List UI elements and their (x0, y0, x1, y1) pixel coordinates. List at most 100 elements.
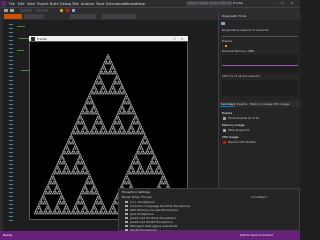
fractal-triangle (92, 103, 96, 107)
fractal-triangle (112, 71, 116, 75)
menu-test[interactable]: Test (72, 2, 79, 6)
fractal-triangle (84, 206, 88, 210)
fractal-triangle (91, 126, 95, 130)
fractal-triangle (94, 128, 98, 132)
exception-checkbox[interactable] (125, 212, 128, 215)
fractal-triangle (68, 151, 72, 155)
restart-icon[interactable] (72, 9, 75, 12)
select-tools-icon[interactable] (221, 22, 225, 25)
fractal-triangle (71, 168, 75, 172)
fractal-triangle (103, 91, 107, 95)
tab-memory-usage[interactable]: Memory Usage (250, 102, 273, 106)
tab-events[interactable]: Events (237, 102, 247, 106)
menu-window[interactable]: Window (124, 2, 137, 6)
fractal-triangle (70, 151, 74, 155)
fractal-triangle (112, 121, 116, 125)
maximize-button[interactable]: ☐ (281, 1, 284, 5)
menu-help[interactable]: Help (137, 2, 145, 6)
fractal-triangle (116, 131, 120, 135)
search-placeholder: Search Visual Studio (Ctrl+Q) (188, 1, 233, 5)
fractal-triangle (44, 188, 48, 192)
fractal-triangle (88, 93, 91, 97)
fractal-triangle (59, 211, 63, 215)
exception-checkbox[interactable] (125, 208, 128, 211)
record-cpu-button[interactable]: Record CPU Profile (228, 141, 256, 144)
fractal-triangle (57, 198, 61, 202)
menu-view[interactable]: View (27, 2, 35, 6)
fractal-triangle (59, 161, 63, 165)
menu-build[interactable]: Build (50, 2, 59, 6)
stop-icon[interactable] (66, 9, 69, 12)
fractal-triangle (77, 156, 81, 160)
search-box[interactable]: Search Visual Studio (Ctrl+Q) (186, 1, 233, 6)
menu-edit[interactable]: Edit (18, 2, 25, 6)
fractal-triangle (81, 208, 85, 212)
fractal-triangle (64, 203, 68, 207)
tab-file-4[interactable] (102, 14, 136, 19)
platform-dropdown[interactable] (36, 9, 48, 12)
fractal-triangle (107, 211, 111, 215)
fractal-triangle (85, 98, 89, 102)
forward-icon[interactable] (10, 9, 14, 12)
source-control-button[interactable]: Add to Source Control (240, 234, 273, 237)
fractal-triangle (97, 73, 101, 77)
fractal-triangle (86, 101, 90, 105)
exception-checkbox[interactable] (125, 224, 128, 227)
fractal-triangle (85, 178, 89, 182)
menu-extensions[interactable]: Extensions (106, 2, 124, 6)
fractal-triangle (146, 146, 150, 150)
fractal-triangle (104, 58, 108, 62)
fractal-triangle (122, 98, 126, 102)
fractal-triangle (121, 91, 125, 95)
fractal-triangle (152, 153, 156, 157)
fractal-triangle (56, 171, 60, 175)
show-events-link[interactable]: Show Events (0 of 0) (228, 117, 259, 120)
menu-file[interactable]: File (9, 2, 15, 6)
fractal-triangle (75, 206, 79, 210)
back-icon[interactable] (4, 9, 8, 12)
fractal-triangle (133, 161, 137, 165)
fractal-triangle (96, 196, 100, 200)
fractal-triangle (112, 86, 116, 90)
fractal-triangle (100, 86, 104, 90)
menu-project[interactable]: Project (37, 2, 49, 6)
fractal-triangle (100, 121, 104, 125)
show-events-icon (223, 117, 226, 120)
menu-debug[interactable]: Debug (60, 2, 71, 6)
menu-analyze[interactable]: Analyze (81, 2, 94, 6)
fractal-triangle (158, 166, 162, 170)
fractal-triangle (114, 81, 118, 85)
exception-checkbox[interactable] (125, 220, 128, 223)
fractal-triangle (74, 163, 78, 167)
tab-file-2[interactable] (24, 14, 44, 19)
close-button[interactable]: ✕ (291, 1, 294, 5)
fractal-triangle (98, 116, 102, 120)
fractal-triangle (89, 211, 93, 215)
tab-active-file[interactable] (4, 14, 22, 19)
pause-icon[interactable] (60, 9, 63, 12)
exception-checkbox[interactable] (125, 216, 128, 219)
tab-file-3[interactable] (70, 14, 96, 19)
fractal-triangle (105, 91, 109, 95)
minimize-button[interactable]: – (272, 1, 274, 5)
fractal-triangle (116, 81, 120, 85)
fractal-triangle (75, 126, 79, 130)
exception-checkbox[interactable] (125, 204, 128, 207)
fractal-triangle (133, 156, 137, 160)
fractal-triangle (128, 181, 132, 185)
take-snapshot-button[interactable]: Take Snapshot (228, 129, 250, 132)
fractal-triangle (113, 198, 117, 202)
fractal-triangle (97, 193, 101, 197)
fractal-triangle (54, 171, 58, 175)
fractal-triangle (107, 91, 111, 95)
fractal-triangle (52, 176, 56, 180)
config-dropdown[interactable] (20, 9, 32, 12)
exception-checkbox[interactable] (125, 200, 128, 203)
menu-tools[interactable]: Tools (96, 2, 104, 6)
fractal-triangle (115, 73, 119, 77)
fractal-triangle (63, 146, 67, 150)
fractal-triangle (116, 116, 120, 120)
fractal-triangle (136, 158, 140, 162)
fractal-triangle (82, 161, 86, 165)
tab-cpu-usage[interactable]: CPU Usage (273, 102, 289, 106)
